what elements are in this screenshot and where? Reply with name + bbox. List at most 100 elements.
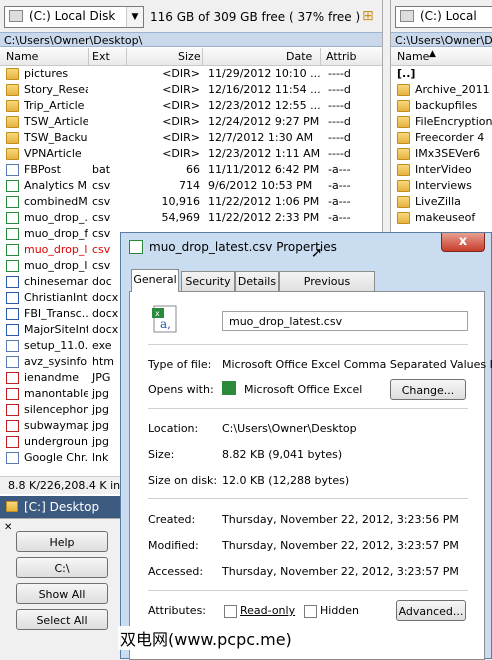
folder-icon bbox=[6, 84, 19, 96]
file-row[interactable]: pictures <DIR> 11/29/2012 10:10 ... ----d bbox=[0, 66, 382, 82]
hard-drive-icon bbox=[400, 10, 414, 22]
file-date: 11/29/2012 10:10 ... bbox=[208, 67, 320, 80]
drive-root-button[interactable]: C:\ bbox=[16, 557, 108, 578]
button-panel: ✕ Help C:\ Show All Select All bbox=[0, 518, 120, 660]
divider bbox=[148, 408, 468, 409]
folder-row[interactable]: makeuseof bbox=[391, 210, 492, 226]
file-ext: csv bbox=[92, 195, 111, 208]
accessed-label: Accessed: bbox=[148, 565, 204, 578]
properties-dialog: muo_drop_latest.csv Properties x General… bbox=[120, 232, 492, 660]
file-attrib: ----d bbox=[328, 115, 351, 128]
folder-row[interactable]: IMx3SEVer6 bbox=[391, 146, 492, 162]
folder-row[interactable]: FileEncryption bbox=[391, 114, 492, 130]
folder-name: Freecorder 4 bbox=[415, 131, 485, 144]
folder-row[interactable]: Interviews bbox=[391, 178, 492, 194]
change-button[interactable]: Change... bbox=[390, 379, 466, 400]
folder-row[interactable]: backupfiles bbox=[391, 98, 492, 114]
file-row[interactable]: VPNArticle <DIR> 12/23/2012 1:11 AM ----d bbox=[0, 146, 382, 162]
file-row[interactable]: muo_drop_... csv 54,969 11/22/2012 2:33 PM -… bbox=[0, 210, 382, 226]
hard-drive-icon bbox=[9, 10, 23, 22]
file-row[interactable]: Story_Research <DIR> 12/16/2012 11:54 ...-… bbox=[0, 82, 382, 98]
folder-name: Interviews bbox=[415, 179, 472, 192]
tab-previous-versions[interactable]: Previous Versions bbox=[279, 271, 375, 308]
chevron-down-icon[interactable]: ▼ bbox=[126, 7, 143, 27]
file-name: undergroun... bbox=[24, 435, 88, 448]
divider bbox=[148, 590, 468, 591]
folder-name: IMx3SEVer6 bbox=[415, 147, 481, 160]
path-bar[interactable]: C:\Users\Owner\Desktop\ bbox=[0, 32, 382, 47]
file-name: Google Chr... bbox=[24, 451, 88, 464]
file-date: 11/22/2012 2:33 PM bbox=[208, 211, 320, 224]
file-row[interactable]: Analytics M... csv 714 9/6/2012 10:53 PM -a-… bbox=[0, 178, 382, 194]
file-size: <DIR> bbox=[162, 83, 200, 96]
file-name: FBI_Transc... bbox=[24, 307, 88, 320]
file-name: TSW_Backup bbox=[24, 131, 88, 144]
file-row[interactable]: Trip_Article <DIR> 12/23/2012 12:55 ... ---… bbox=[0, 98, 382, 114]
size-label: Size: bbox=[148, 448, 175, 461]
select-all-button[interactable]: Select All bbox=[16, 609, 108, 630]
file-date: 12/16/2012 11:54 ... bbox=[208, 83, 320, 96]
image-file-icon bbox=[6, 388, 19, 400]
file-ext: csv bbox=[92, 179, 111, 192]
folder-row[interactable]: Archive_2011 bbox=[391, 82, 492, 98]
col-name[interactable]: Name bbox=[6, 50, 38, 63]
excel-file-icon bbox=[6, 260, 19, 272]
size-on-disk-value: 12.0 KB (12,288 bytes) bbox=[222, 474, 350, 487]
image-file-icon bbox=[6, 420, 19, 432]
file-row[interactable]: TSW_Articles <DIR> 12/24/2012 9:27 PM ----d bbox=[0, 114, 382, 130]
file-size: <DIR> bbox=[162, 99, 200, 112]
file-name-field[interactable]: muo_drop_latest.csv bbox=[222, 311, 468, 331]
hidden-checkbox[interactable] bbox=[304, 605, 317, 618]
divider bbox=[148, 498, 468, 499]
attributes-label: Attributes: bbox=[148, 604, 207, 617]
tree-view-icon[interactable]: ⊞ bbox=[362, 8, 374, 24]
folder-name: FileEncryption bbox=[415, 115, 492, 128]
dialog-title-bar[interactable]: muo_drop_latest.csv Properties x bbox=[121, 233, 491, 263]
image-file-icon bbox=[6, 436, 19, 448]
general-tab-content: x a, muo_drop_latest.csv Type of file: Mi… bbox=[129, 291, 492, 660]
modified-value: Thursday, November 22, 2012, 3:23:57 PM bbox=[222, 539, 459, 552]
tab-security[interactable]: Security bbox=[181, 271, 235, 291]
col-date[interactable]: Date bbox=[286, 50, 312, 63]
col-ext[interactable]: Ext bbox=[92, 50, 110, 63]
right-path-bar[interactable]: C:\Users\Owner\D bbox=[391, 32, 492, 47]
right-drive-selector[interactable]: (C:) Local bbox=[395, 6, 492, 28]
close-icon[interactable]: ✕ bbox=[4, 522, 12, 533]
file-size: 54,969 bbox=[161, 211, 201, 224]
folder-row[interactable]: Freecorder 4 bbox=[391, 130, 492, 146]
help-button[interactable]: Help bbox=[16, 531, 108, 552]
folder-row[interactable]: LiveZilla bbox=[391, 194, 492, 210]
file-attrib: -a--- bbox=[328, 179, 351, 192]
file-name: pictures bbox=[24, 67, 69, 80]
folder-name: backupfiles bbox=[415, 99, 478, 112]
right-drive-label: (C:) Local bbox=[420, 9, 477, 23]
batch-file-icon bbox=[6, 164, 19, 176]
created-value: Thursday, November 22, 2012, 3:23:56 PM bbox=[222, 513, 459, 526]
file-row[interactable]: TSW_Backup <DIR> 12/7/2012 1:30 AM ----d bbox=[0, 130, 382, 146]
size-value: 8.82 KB (9,041 bytes) bbox=[222, 448, 343, 461]
col-attrib[interactable]: Attrib bbox=[326, 50, 357, 63]
desktop-tab[interactable]: [C:] Desktop bbox=[0, 496, 120, 518]
folder-name: Archive_2011 bbox=[415, 83, 490, 96]
parent-dir-row[interactable]: [..] bbox=[391, 66, 492, 82]
folder-icon bbox=[397, 148, 410, 160]
file-name: MajorSiteInt... bbox=[24, 323, 88, 336]
close-button[interactable]: x bbox=[441, 233, 485, 252]
hidden-label[interactable]: Hidden bbox=[320, 604, 359, 617]
show-all-button[interactable]: Show All bbox=[16, 583, 108, 604]
file-row[interactable]: FBPost bat 66 11/11/2012 6:42 PM -a--- bbox=[0, 162, 382, 178]
file-name: VPNArticle bbox=[24, 147, 82, 160]
image-file-icon bbox=[6, 404, 19, 416]
readonly-label[interactable]: Read-only bbox=[240, 604, 295, 617]
tab-general[interactable]: General bbox=[131, 269, 179, 292]
folder-icon bbox=[397, 132, 410, 144]
right-col-name[interactable]: Name bbox=[397, 50, 429, 63]
readonly-checkbox[interactable] bbox=[224, 605, 237, 618]
tab-details[interactable]: Details bbox=[235, 271, 279, 291]
col-size[interactable]: Size bbox=[178, 50, 201, 63]
advanced-button[interactable]: Advanced... bbox=[396, 600, 466, 621]
file-row[interactable]: combinedM... csv 10,916 11/22/2012 1:06 PM-… bbox=[0, 194, 382, 210]
folder-row[interactable]: InterVideo bbox=[391, 162, 492, 178]
file-ext: bat bbox=[92, 163, 111, 176]
drive-selector[interactable]: (C:) Local Disk ▼ bbox=[4, 6, 144, 28]
